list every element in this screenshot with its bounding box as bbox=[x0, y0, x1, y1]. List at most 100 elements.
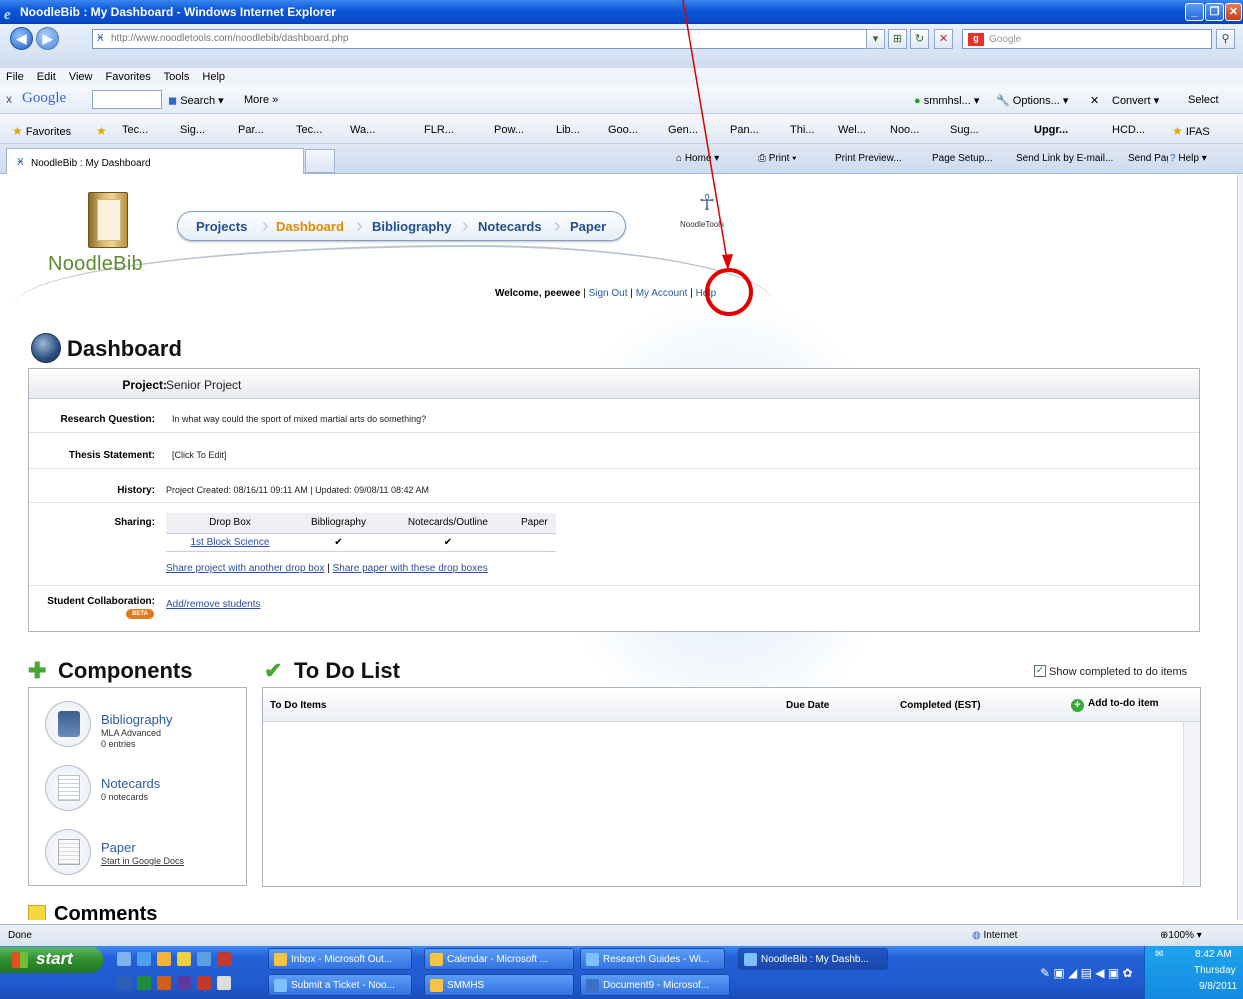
nav-notecards[interactable]: Notecards bbox=[478, 219, 542, 234]
fav-item[interactable]: Upgr... bbox=[1034, 124, 1068, 136]
fav-item[interactable]: Wa... bbox=[350, 124, 375, 136]
fav-item[interactable]: ★ IFAS bbox=[1172, 124, 1210, 138]
fav-item[interactable]: Gen... bbox=[668, 124, 698, 136]
fav-item[interactable]: Wel... bbox=[838, 124, 866, 136]
zoom-button[interactable]: ⊕100% ▾ bbox=[1160, 930, 1202, 941]
notecards-component-icon[interactable] bbox=[45, 765, 91, 811]
chrome-quicklaunch-icon[interactable] bbox=[177, 952, 191, 966]
forward-icon[interactable]: ▶ bbox=[36, 27, 59, 50]
quicklaunch-icon[interactable] bbox=[177, 976, 191, 990]
quicklaunch-icon[interactable] bbox=[197, 952, 211, 966]
add-remove-students-link[interactable]: Add/remove students bbox=[166, 599, 261, 610]
nav-dashboard[interactable]: Dashboard bbox=[276, 219, 344, 234]
convert-button[interactable]: Convert ▾ bbox=[1112, 94, 1159, 107]
project-value[interactable]: Senior Project bbox=[166, 378, 241, 392]
refresh-icon[interactable]: ↻ bbox=[910, 29, 929, 49]
research-question-value[interactable]: In what way could the sport of mixed mar… bbox=[172, 414, 426, 424]
fav-item[interactable]: Thi... bbox=[790, 124, 814, 136]
nav-bibliography[interactable]: Bibliography bbox=[372, 219, 451, 234]
compat-view-icon[interactable]: ⊞ bbox=[888, 29, 907, 49]
component-notecards-title[interactable]: Notecards bbox=[101, 776, 160, 791]
home-button[interactable]: ⌂ Home ▾ bbox=[676, 153, 719, 164]
excel-quicklaunch-icon[interactable] bbox=[137, 976, 151, 990]
bibliography-component-icon[interactable] bbox=[45, 701, 91, 747]
active-tab[interactable]: Ӿ NoodleBib : My Dashboard bbox=[6, 148, 304, 174]
quicklaunch-icon[interactable] bbox=[117, 952, 131, 966]
nav-projects[interactable]: Projects bbox=[196, 219, 247, 234]
task-inbox[interactable]: Inbox - Microsoft Out... bbox=[268, 948, 412, 970]
menu-help[interactable]: Help bbox=[202, 71, 225, 83]
fav-item[interactable]: Tec... bbox=[122, 124, 148, 136]
google-search-input[interactable] bbox=[92, 90, 162, 109]
component-bibliography-title[interactable]: Bibliography bbox=[101, 712, 173, 727]
fav-item[interactable]: Sig... bbox=[180, 124, 205, 136]
fav-item[interactable]: HCD... bbox=[1112, 124, 1145, 136]
close-icon[interactable]: ✕ bbox=[1090, 94, 1099, 107]
page-scrollbar[interactable] bbox=[1237, 175, 1243, 920]
fav-item[interactable]: Lib... bbox=[556, 124, 580, 136]
search-icon[interactable]: ⚲ bbox=[1216, 29, 1235, 49]
favorites-button[interactable]: ★ Favorites bbox=[12, 124, 71, 138]
account-button[interactable]: ● smmhsl... ▾ bbox=[914, 94, 979, 107]
restore-button[interactable]: ❐ bbox=[1205, 3, 1224, 21]
google-search-button[interactable]: ◼ Search ▾ bbox=[168, 94, 224, 107]
menu-favorites[interactable]: Favorites bbox=[106, 71, 151, 83]
task-smmhs[interactable]: SMMHS bbox=[424, 974, 574, 996]
back-icon[interactable]: ◀ bbox=[10, 27, 33, 50]
thesis-value[interactable]: [Click To Edit] bbox=[172, 450, 226, 460]
start-button[interactable]: start bbox=[0, 947, 103, 973]
nav-paper[interactable]: Paper bbox=[570, 219, 606, 234]
page-setup-button[interactable]: Page Setup... bbox=[932, 153, 993, 164]
fav-item[interactable]: Pow... bbox=[494, 124, 524, 136]
dropbox-link[interactable]: 1st Block Science bbox=[190, 537, 269, 548]
paper-component-icon[interactable] bbox=[45, 829, 91, 875]
fav-item[interactable]: Par... bbox=[238, 124, 264, 136]
help-link[interactable]: Help bbox=[696, 288, 717, 299]
menu-view[interactable]: View bbox=[69, 71, 93, 83]
stop-icon[interactable]: ✕ bbox=[934, 29, 953, 49]
menu-file[interactable]: File bbox=[6, 71, 24, 83]
address-bar[interactable]: Ӿhttp://www.noodletools.com/noodlebib/da… bbox=[92, 29, 882, 49]
fav-item[interactable]: Goo... bbox=[608, 124, 638, 136]
add-todo-button[interactable]: + Add to-do item bbox=[1071, 698, 1159, 712]
todo-scrollbar[interactable] bbox=[1183, 722, 1200, 886]
start-google-docs-link[interactable]: Start in Google Docs bbox=[101, 856, 184, 866]
task-document9[interactable]: Document9 - Microsof... bbox=[580, 974, 730, 996]
share-paper-link[interactable]: Share paper with these drop boxes bbox=[333, 563, 488, 574]
dropdown-icon[interactable]: ▾ bbox=[866, 29, 885, 49]
fav-item[interactable]: FLR... bbox=[424, 124, 454, 136]
task-submit-ticket[interactable]: Submit a Ticket - Noo... bbox=[268, 974, 412, 996]
menu-tools[interactable]: Tools bbox=[164, 71, 190, 83]
minimize-button[interactable]: _ bbox=[1185, 3, 1204, 21]
close-button[interactable]: ✕ bbox=[1225, 3, 1242, 21]
add-favorite-icon[interactable]: ★ bbox=[96, 124, 107, 138]
quicklaunch-icon[interactable] bbox=[217, 976, 231, 990]
sign-out-link[interactable]: Sign Out bbox=[589, 288, 628, 299]
fav-item[interactable]: Pan... bbox=[730, 124, 759, 136]
select-button[interactable]: Select bbox=[1188, 94, 1219, 106]
more-button[interactable]: More » bbox=[244, 94, 278, 106]
powerpoint-quicklaunch-icon[interactable] bbox=[157, 976, 171, 990]
new-tab-button[interactable] bbox=[305, 149, 335, 173]
task-noodlebib[interactable]: NoodleBib : My Dashb... bbox=[738, 948, 888, 970]
fav-item[interactable]: Sug... bbox=[950, 124, 979, 136]
options-button[interactable]: 🔧 Options... ▾ bbox=[996, 94, 1068, 107]
system-tray-clock[interactable]: ✉ 8:42 AM Thursday 9/8/2011 bbox=[1144, 946, 1243, 999]
outlook-quicklaunch-icon[interactable] bbox=[157, 952, 171, 966]
task-calendar[interactable]: Calendar - Microsoft ... bbox=[424, 948, 574, 970]
search-box[interactable]: g Google bbox=[962, 29, 1212, 49]
menu-edit[interactable]: Edit bbox=[37, 71, 56, 83]
quicklaunch-icon[interactable] bbox=[217, 952, 231, 966]
quicklaunch-icon[interactable] bbox=[197, 976, 211, 990]
component-paper-title[interactable]: Paper bbox=[101, 840, 136, 855]
share-project-link[interactable]: Share project with another drop box bbox=[166, 563, 324, 574]
my-account-link[interactable]: My Account bbox=[636, 288, 688, 299]
send-page-button[interactable]: Send Page by E-mail... bbox=[1128, 153, 1168, 164]
print-button[interactable]: ⎙ Print ▾ bbox=[758, 153, 796, 164]
show-completed-checkbox[interactable]: ✓ bbox=[1034, 665, 1046, 677]
print-preview-button[interactable]: Print Preview... bbox=[835, 153, 902, 164]
word-quicklaunch-icon[interactable] bbox=[117, 976, 131, 990]
help-menu-button[interactable]: ? Help ▾ bbox=[1170, 153, 1243, 164]
task-research-guides[interactable]: Research Guides - Wi... bbox=[580, 948, 725, 970]
ie-quicklaunch-icon[interactable] bbox=[137, 952, 151, 966]
